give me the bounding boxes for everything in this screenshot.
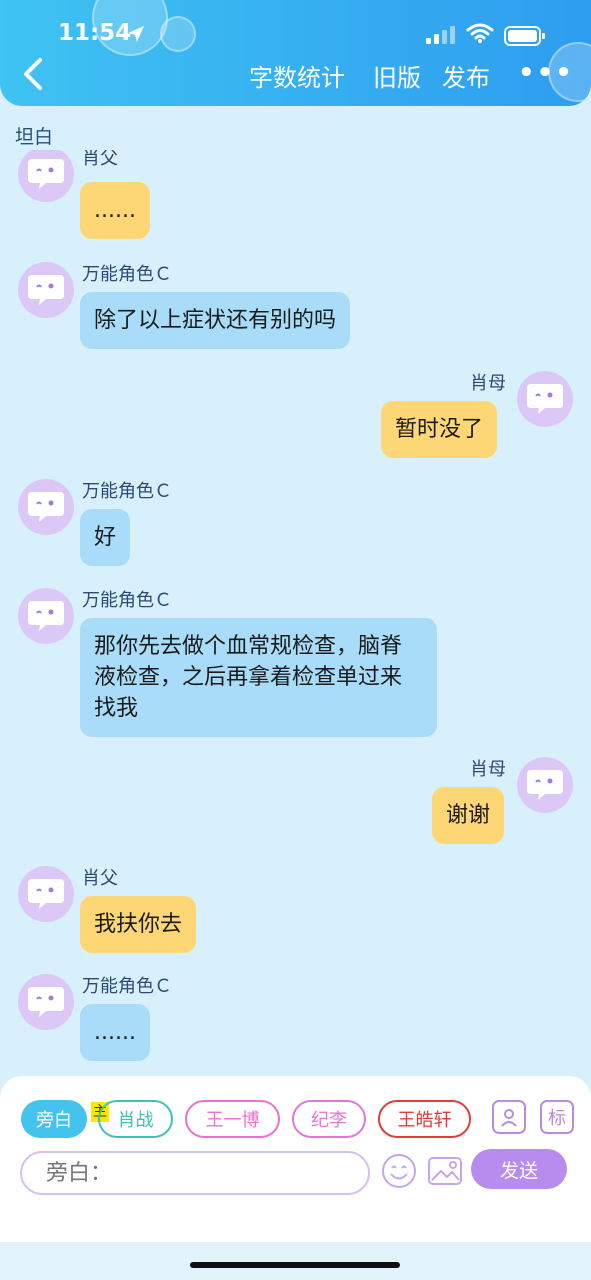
home-indicator[interactable] [190, 1262, 400, 1268]
top-header: 11:54 字数统计 旧版 发布 ••• [0, 0, 591, 106]
cellular-signal-icon [426, 26, 455, 44]
person-icon [501, 1109, 517, 1127]
avatar[interactable] [18, 588, 74, 644]
message-bubble[interactable]: ...... [80, 1004, 150, 1061]
decor-bubble [160, 16, 196, 52]
sender-name: 万能角色Ｃ [82, 264, 172, 285]
chat-face-icon [28, 159, 64, 189]
location-arrow-icon [128, 26, 144, 42]
avatar[interactable] [18, 866, 74, 922]
chat-title: 坦白 [15, 126, 54, 148]
sender-name: 肖母 [470, 759, 506, 780]
role-chip-jili[interactable]: 纪李 [292, 1100, 366, 1138]
chat-face-icon [527, 384, 563, 414]
chat-face-icon [28, 987, 64, 1017]
message-bubble[interactable]: 除了以上症状还有别的吗 [80, 292, 351, 349]
send-button[interactable]: 发送 [471, 1149, 567, 1189]
more-options-button[interactable]: ••• [518, 58, 574, 88]
message-bubble[interactable]: 暂时没了 [381, 401, 498, 458]
role-chip-narration[interactable]: 旁白 [21, 1100, 87, 1138]
avatar[interactable] [18, 262, 74, 318]
avatar[interactable] [517, 757, 573, 813]
avatar[interactable] [18, 974, 74, 1030]
word-count-link[interactable]: 字数统计 [249, 58, 345, 93]
message-input[interactable] [20, 1151, 370, 1195]
chat-face-icon [527, 770, 563, 800]
role-chip-wanghaoxuan[interactable]: 王皓轩 [378, 1100, 471, 1138]
sender-name: 万能角色Ｃ [82, 590, 172, 611]
image-icon[interactable] [426, 1152, 464, 1190]
sender-name: 万能角色Ｃ [82, 481, 172, 502]
role-chip-xiaozhan[interactable]: 肖战 [98, 1100, 173, 1138]
back-chevron-icon[interactable] [18, 56, 48, 92]
mark-button[interactable]: 标 [540, 1100, 574, 1134]
message-bubble[interactable]: 谢谢 [432, 787, 505, 844]
composer-panel: 旁白 主 肖战 王一博 纪李 王皓轩 标 发送 [0, 1076, 591, 1242]
home-bar-area [0, 1242, 591, 1280]
chat-face-icon [28, 492, 64, 522]
message-bubble[interactable]: ...... [80, 182, 150, 239]
sender-name: 肖父 [82, 150, 118, 169]
sender-name: 肖母 [470, 373, 506, 394]
message-bubble[interactable]: 我扶你去 [80, 896, 197, 953]
chat-face-icon [28, 275, 64, 305]
sender-name: 万能角色Ｃ [82, 976, 172, 997]
battery-icon [504, 26, 545, 46]
avatar[interactable] [18, 479, 74, 535]
role-chip-wangyibo[interactable]: 王一博 [185, 1100, 280, 1138]
emoji-icon[interactable] [380, 1152, 418, 1190]
old-version-link[interactable]: 旧版 [373, 58, 421, 93]
sender-name: 肖父 [82, 868, 118, 889]
wifi-icon [466, 23, 494, 43]
avatar[interactable] [517, 371, 573, 427]
avatar[interactable] [18, 150, 74, 202]
message-bubble[interactable]: 好 [80, 509, 131, 566]
message-bubble[interactable]: 那你先去做个血常规检查，脑脊液检查，之后再拿着检查单过来找我 [80, 618, 437, 737]
publish-link[interactable]: 发布 [442, 58, 490, 93]
status-time: 11:54 [58, 20, 132, 46]
chat-area[interactable]: 肖父 ...... 万能角色Ｃ 除了以上症状还有别的吗 肖母 暂时没了 万能角色… [0, 150, 591, 1070]
chat-face-icon [28, 879, 64, 909]
character-manage-button[interactable] [492, 1100, 526, 1134]
chat-face-icon [28, 601, 64, 631]
